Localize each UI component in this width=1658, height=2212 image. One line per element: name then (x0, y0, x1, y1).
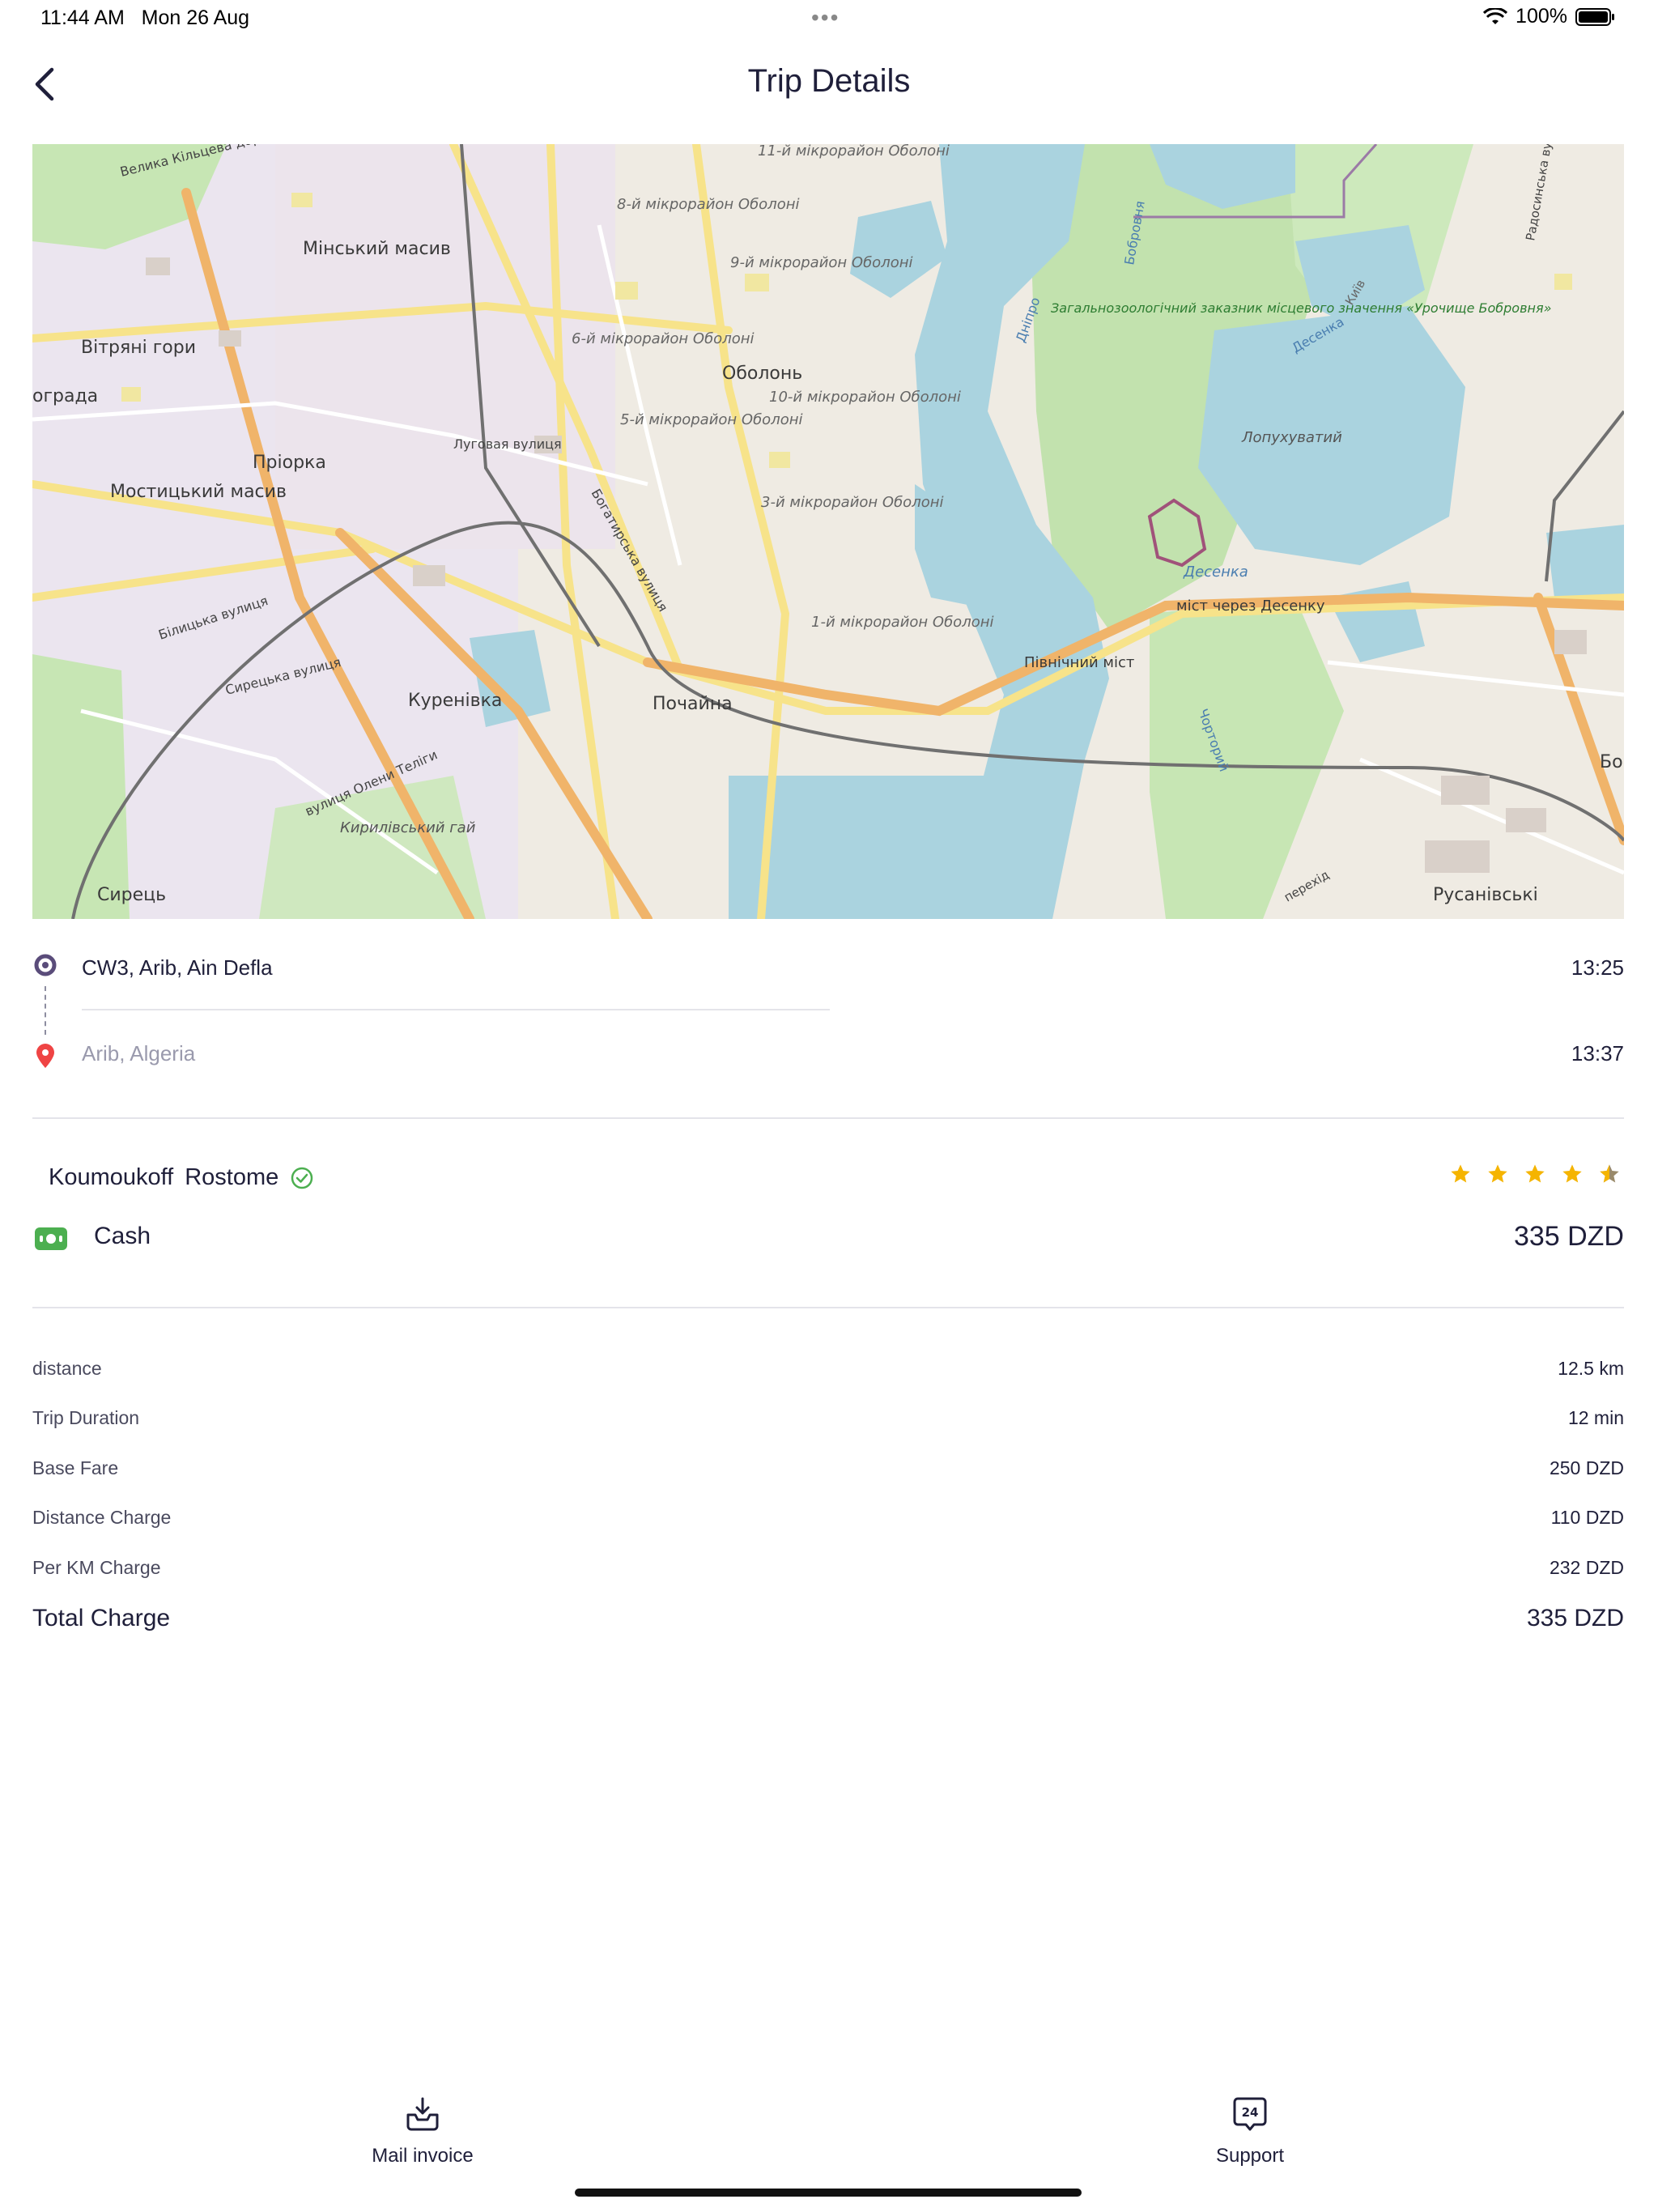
trip-map[interactable]: Мінський масив Вітряні гори Пріорка Мост… (32, 144, 1624, 919)
route-connector (45, 986, 46, 1035)
map-label: Оболонь (722, 364, 802, 384)
map-label: Луговая вулиця (453, 436, 562, 452)
fare-label-base-fare: Base Fare (32, 1457, 119, 1478)
fare-value-duration: 12 min (1567, 1407, 1624, 1428)
map-label: Куренівка (408, 691, 502, 711)
support-button[interactable]: 24 Support (1145, 2095, 1355, 2167)
total-charge-value: 335 DZD (1526, 1605, 1624, 1631)
driver-rating (1449, 1163, 1621, 1185)
status-time: 11:44 AM (40, 6, 125, 29)
fare-value-per-km-charge: 232 DZD (1549, 1557, 1624, 1578)
fare-label-per-km-charge: Per KM Charge (32, 1557, 161, 1578)
battery-percent: 100% (1516, 5, 1567, 28)
support-icon-text: 24 (1242, 2105, 1259, 2120)
driver-name: Koumoukoff Rostome (49, 1164, 314, 1191)
star-icon (1525, 1164, 1545, 1183)
pickup-time: 13:25 (1571, 955, 1624, 980)
driver-last-name: Rostome (185, 1164, 279, 1190)
map-label: ограда (32, 386, 98, 406)
battery-icon (1575, 7, 1614, 26)
star-icon (1562, 1164, 1582, 1183)
map-label: Русанівські (1433, 885, 1538, 905)
total-charge-label: Total Charge (32, 1605, 171, 1631)
support-24-icon: 24 (1233, 2097, 1267, 2131)
map-label: Мінський масив (303, 239, 451, 259)
map-label: Мостицький масив (110, 482, 287, 502)
map-label: міст через Десенку (1176, 598, 1325, 615)
mail-invoice-button[interactable]: Mail invoice (317, 2095, 528, 2167)
star-icon (1488, 1164, 1507, 1183)
cash-icon (35, 1227, 67, 1250)
mail-invoice-icon (406, 2097, 439, 2131)
wifi-icon (1483, 7, 1508, 24)
dropoff-pin-icon (36, 1044, 54, 1068)
support-label: Support (1215, 2145, 1285, 2167)
map-label: Десенка (1183, 564, 1248, 581)
dropoff-time: 13:37 (1571, 1041, 1624, 1066)
star-icon (1451, 1164, 1470, 1183)
map-label: 9-й мікрорайон Оболоні (730, 254, 912, 271)
map-label: 1-й мікрорайон Оболоні (811, 614, 993, 631)
section-divider (32, 1117, 1624, 1119)
pickup-marker-icon (34, 954, 57, 976)
map-label: Вітряні гори (81, 338, 196, 358)
map-label: Лопухуватий (1241, 429, 1342, 446)
payment-amount: 335 DZD (1513, 1221, 1624, 1252)
fare-value-distance-charge: 110 DZD (1550, 1507, 1624, 1528)
fare-label-distance: distance (32, 1358, 102, 1379)
map-label: 6-й мікрорайон Оболоні (572, 330, 754, 347)
fare-label-distance-charge: Distance Charge (32, 1507, 172, 1528)
status-bar-right: 100% (1483, 5, 1616, 28)
verified-check-icon (291, 1167, 313, 1189)
map-label: 11-й мікрорайон Оболоні (758, 144, 950, 160)
map-label: Почайна (653, 694, 733, 714)
map-label: 10-й мікрорайон Оболоні (769, 389, 961, 406)
fare-value-base-fare: 250 DZD (1549, 1457, 1624, 1478)
fare-label-duration: Trip Duration (32, 1407, 140, 1428)
half-star-icon (1600, 1164, 1619, 1183)
map-label: Бо (1600, 752, 1623, 772)
pickup-address: CW3, Arib, Ain Defla (82, 955, 273, 980)
map-label: Загальнозоологічний заказник місцевого з… (1051, 300, 1551, 316)
map-label: Кирилівський гай (340, 819, 476, 836)
section-divider (32, 1307, 1624, 1308)
mail-invoice-label: Mail invoice (372, 2145, 474, 2167)
map-label: Північний міст (1024, 654, 1134, 671)
payment-method: Cash (94, 1223, 151, 1249)
map-label: Пріорка (253, 453, 326, 473)
route-divider (82, 1009, 830, 1010)
map-label: Сирець (97, 885, 166, 905)
page-title: Trip Details (747, 63, 911, 99)
dropoff-address: Arib, Algeria (82, 1041, 196, 1066)
status-bar-time: 11:44 AM Mon 26 Aug (40, 6, 249, 30)
home-indicator[interactable] (575, 2189, 1082, 2197)
status-date: Mon 26 Aug (141, 6, 250, 29)
map-label: 5-й мікрорайон Оболоні (620, 411, 802, 428)
driver-first-name: Koumoukoff (49, 1164, 174, 1190)
map-label: 8-й мікрорайон Оболоні (617, 196, 799, 213)
multitasking-dots-icon[interactable]: ••• (811, 5, 840, 31)
fare-value-distance: 12.5 km (1558, 1358, 1624, 1379)
map-label: 3-й мікрорайон Оболоні (761, 494, 943, 511)
